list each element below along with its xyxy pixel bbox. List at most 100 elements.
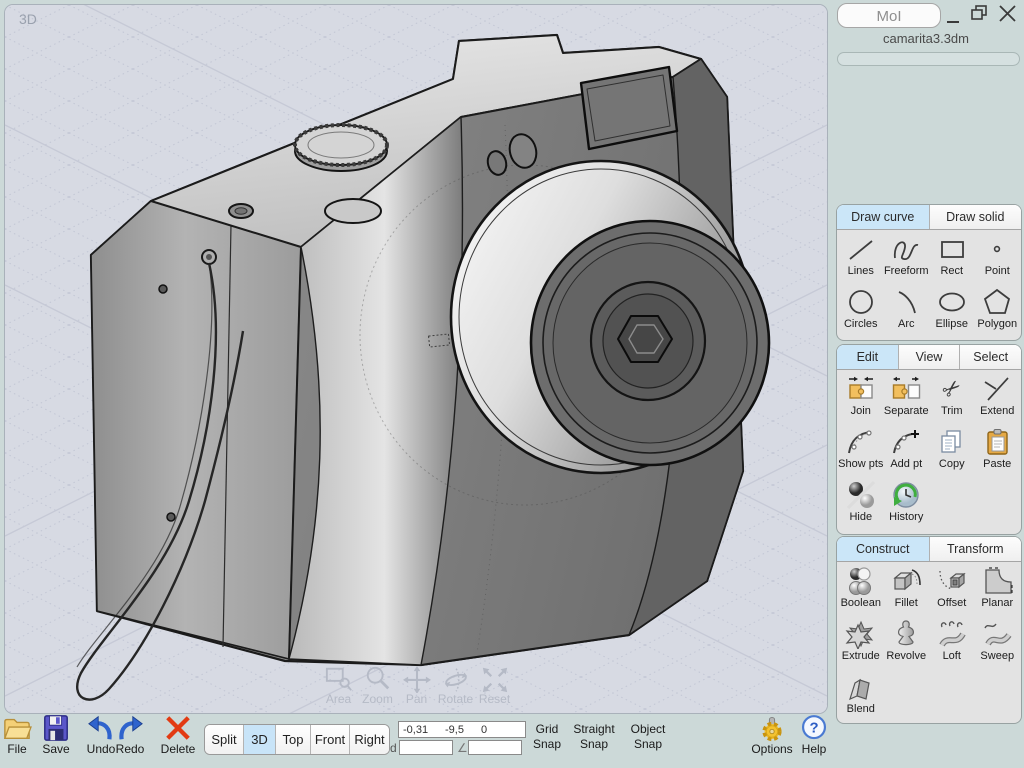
tool-label: Polygon — [977, 318, 1018, 330]
delete-button[interactable]: Delete — [156, 714, 200, 756]
tool-revolve[interactable]: Revolve — [884, 618, 930, 671]
3d-scene[interactable] — [5, 5, 827, 713]
help-label: Help — [801, 742, 827, 756]
view-top-button[interactable]: Top — [276, 725, 311, 754]
separate-icon — [893, 376, 921, 399]
tab-view[interactable]: View — [898, 345, 961, 369]
draw-tools: Lines Freeform Rect Point Circles Arc El… — [837, 230, 1021, 340]
tool-point[interactable]: Point — [975, 233, 1021, 286]
tool-show-pts[interactable]: Show pts — [838, 426, 884, 479]
area-zoom-button[interactable]: Area — [319, 665, 358, 705]
tool-history[interactable]: History — [884, 479, 930, 532]
view-front-button[interactable]: Front — [311, 725, 350, 754]
view-3d-button[interactable]: 3D — [244, 725, 276, 754]
tool-label: Trim — [940, 405, 963, 417]
tab-edit[interactable]: Edit — [837, 345, 899, 369]
extend-icon — [984, 377, 1009, 401]
rotate-button[interactable]: Rotate — [436, 665, 475, 705]
tool-lines[interactable]: Lines — [838, 233, 884, 286]
file-folder-icon — [3, 718, 32, 739]
tab-select[interactable]: Select — [960, 345, 1021, 369]
tool-freeform[interactable]: Freeform — [884, 233, 930, 286]
history-icon — [893, 482, 919, 508]
tool-fillet[interactable]: Fillet — [884, 565, 930, 618]
show-points-icon — [847, 430, 872, 454]
reset-label: Reset — [478, 692, 511, 706]
tool-ellipse[interactable]: Ellipse — [929, 286, 975, 339]
tool-trim[interactable]: ✂ Trim — [929, 373, 975, 426]
grid-snap-toggle[interactable]: Grid Snap — [524, 722, 570, 752]
tool-label: History — [889, 511, 924, 523]
tool-loft[interactable]: Loft — [929, 618, 975, 671]
angle-input[interactable] — [468, 740, 522, 755]
distance-input[interactable] — [399, 740, 453, 755]
tab-draw-curve[interactable]: Draw curve — [837, 205, 930, 229]
redo-button[interactable]: Redo — [113, 714, 147, 756]
pan-button[interactable]: Pan — [397, 665, 436, 705]
tool-label: Extrude — [841, 650, 880, 662]
tab-draw-solid[interactable]: Draw solid — [929, 205, 1021, 229]
tool-arc[interactable]: Arc — [884, 286, 930, 339]
tool-circles[interactable]: Circles — [838, 286, 884, 339]
view-mode-buttons: Split 3D Top Front Right — [204, 724, 390, 755]
tool-rect[interactable]: Rect — [929, 233, 975, 286]
save-button[interactable]: Save — [38, 714, 74, 756]
tool-label: Join — [850, 405, 871, 417]
view-split-button[interactable]: Split — [205, 725, 244, 754]
object-snap-line1: Object — [630, 722, 666, 736]
options-label: Options — [751, 742, 793, 756]
add-point-icon — [893, 430, 920, 454]
zoom-label: Zoom — [362, 692, 393, 706]
tool-boolean[interactable]: Boolean — [838, 565, 884, 618]
tool-label: Extend — [980, 405, 1015, 417]
tool-sweep[interactable]: Sweep — [975, 618, 1021, 671]
blend-icon — [848, 678, 870, 701]
tool-join[interactable]: Join — [838, 373, 884, 426]
straight-snap-line1: Straight — [573, 722, 615, 736]
tool-separate[interactable]: Separate — [884, 373, 930, 426]
tool-offset[interactable]: Offset — [929, 565, 975, 618]
tool-label: Rect — [940, 265, 964, 277]
area-label: Area — [325, 692, 352, 706]
minimize-button[interactable] — [946, 16, 960, 24]
close-button[interactable] — [998, 4, 1017, 23]
angle-symbol: ∠ — [457, 741, 468, 755]
tool-paste[interactable]: Paste — [975, 426, 1021, 479]
tool-add-pt[interactable]: Add pt — [884, 426, 930, 479]
help-icon: ? — [801, 715, 827, 740]
object-snap-toggle[interactable]: Object Snap — [624, 722, 672, 752]
boolean-icon — [848, 567, 871, 595]
edit-tools: Join Separate ✂ Trim Extend Show pts Add … — [837, 370, 1021, 533]
tool-extend[interactable]: Extend — [975, 373, 1021, 426]
tab-transform[interactable]: Transform — [929, 537, 1021, 561]
area-zoom-icon — [325, 667, 352, 691]
tool-label: Copy — [938, 458, 965, 470]
reset-button[interactable]: Reset — [475, 665, 514, 705]
tab-construct[interactable]: Construct — [837, 537, 930, 561]
viewport-3d[interactable]: 3D Area Zoom Pan Rotate Reset — [4, 4, 828, 714]
tool-polygon[interactable]: Polygon — [975, 286, 1021, 339]
tool-hide[interactable]: Hide — [838, 479, 884, 532]
planar-icon — [985, 567, 1013, 594]
tool-label: Add pt — [890, 458, 923, 470]
grid-snap-line2: Snap — [532, 737, 562, 751]
app-title-button[interactable]: MoI — [837, 3, 941, 28]
grid-snap-line1: Grid — [535, 722, 559, 736]
undo-label: Undo — [86, 742, 116, 756]
file-button[interactable]: File — [0, 714, 34, 756]
tool-planar[interactable]: Planar — [975, 565, 1021, 618]
view-right-button[interactable]: Right — [350, 725, 389, 754]
tool-label: Planar — [981, 597, 1014, 609]
point-icon — [994, 245, 1001, 253]
polygon-icon — [984, 288, 1011, 314]
straight-snap-toggle[interactable]: Straight Snap — [568, 722, 620, 752]
tool-copy[interactable]: Copy — [929, 426, 975, 479]
options-button[interactable]: Options — [749, 714, 795, 756]
document-filename: camarita3.3dm — [883, 31, 969, 46]
restore-button[interactable] — [971, 5, 988, 21]
coord-x: -0,31 — [403, 723, 429, 736]
help-button[interactable]: ? Help — [796, 714, 832, 756]
tool-extrude[interactable]: Extrude — [838, 618, 884, 671]
zoom-button[interactable]: Zoom — [358, 665, 397, 705]
viewport-mode-label: 3D — [19, 11, 37, 27]
